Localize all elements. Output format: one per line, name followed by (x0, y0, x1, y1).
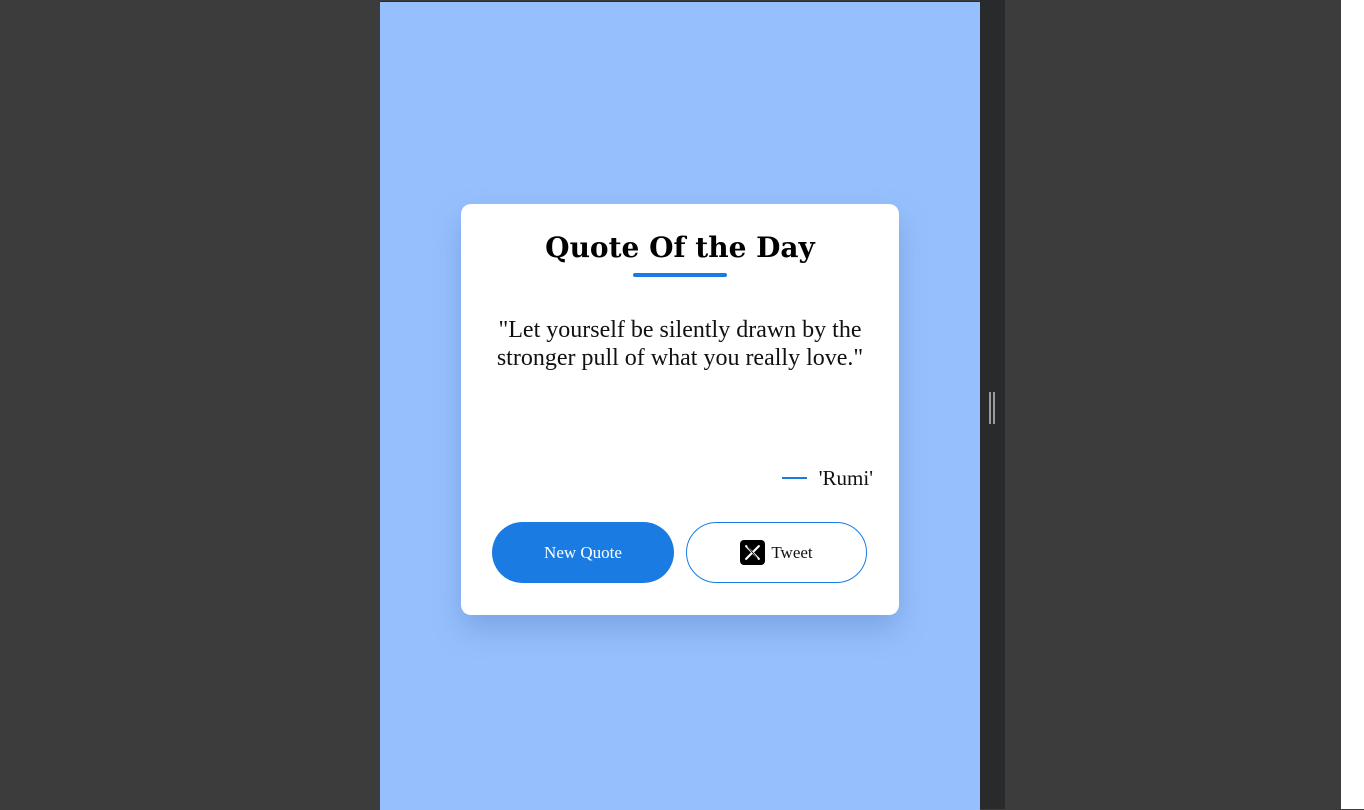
author-dash (781, 477, 807, 479)
quote-card: Quote Of the Day "Let yourself be silent… (461, 204, 899, 615)
tweet-label: Tweet (771, 542, 813, 562)
tweet-button[interactable]: Tweet (686, 522, 867, 583)
workspace: Quote Of the Day "Let yourself be silent… (0, 0, 1364, 810)
right-edge (1341, 0, 1364, 809)
title-underline (633, 273, 727, 277)
x-logo-icon (740, 540, 766, 565)
card-title: Quote Of the Day (545, 231, 815, 264)
page-viewport: Quote Of the Day "Let yourself be silent… (380, 1, 980, 810)
quote-text: "Let yourself be silently drawn by the s… (496, 317, 864, 371)
resize-gutter[interactable] (980, 0, 1005, 809)
new-quote-button[interactable]: New Quote (492, 522, 674, 583)
author-row: 'Rumi' (781, 464, 873, 492)
resize-handle-icon[interactable] (989, 392, 995, 424)
quote-author: 'Rumi' (818, 465, 873, 490)
